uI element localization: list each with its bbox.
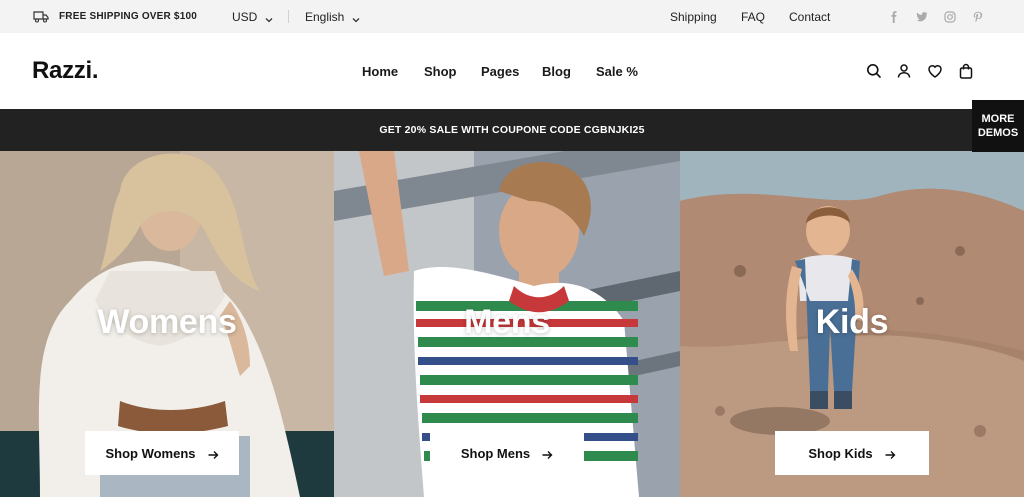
pinterest-icon[interactable]	[972, 11, 984, 23]
panel-title: Kids	[815, 303, 889, 341]
search-icon	[866, 63, 882, 79]
arrow-right-icon	[885, 448, 896, 459]
truck-icon	[33, 10, 49, 23]
panel-title: Mens	[464, 303, 550, 341]
shop-mens-button[interactable]: Shop Mens	[430, 431, 584, 475]
shop-kids-button[interactable]: Shop Kids	[775, 431, 929, 475]
nav-item-label: Pages	[481, 63, 520, 79]
free-shipping-text: FREE SHIPPING OVER $100	[59, 11, 197, 22]
shop-button-label: Shop Mens	[460, 445, 531, 461]
category-panel-kids[interactable]: Kids Shop Kids	[680, 151, 1024, 497]
category-panel-mens[interactable]: Mens Shop Mens	[334, 151, 680, 497]
shop-womens-button[interactable]: Shop Womens	[85, 431, 239, 475]
free-shipping-notice: FREE SHIPPING OVER $100	[33, 0, 197, 33]
heart-icon	[927, 63, 943, 79]
main-header: Razzi. Home Shop Pages Blog Sale %	[0, 33, 1024, 109]
currency-value: USD	[232, 9, 258, 24]
shop-button-label: Shop Womens	[105, 445, 196, 461]
arrow-right-icon	[542, 448, 553, 459]
chevron-down-icon	[265, 13, 273, 22]
promo-bar: GET 20% SALE WITH COUPONE CODE CGBNJKI25	[0, 109, 1024, 151]
currency-selector[interactable]: USD	[232, 0, 273, 33]
search-button[interactable]	[866, 33, 882, 109]
nav-item-sale[interactable]: Sale %	[596, 33, 638, 109]
nav-item-label: Sale %	[596, 63, 638, 79]
facebook-icon[interactable]	[888, 10, 900, 23]
topbar-link-contact[interactable]: Contact	[789, 0, 830, 33]
topbar-link-label: Shipping	[670, 9, 717, 24]
promo-text: GET 20% SALE WITH COUPONE CODE CGBNJKI25	[379, 124, 645, 136]
chevron-down-icon	[352, 13, 360, 22]
nav-item-blog[interactable]: Blog	[542, 33, 571, 109]
more-demos-line2: DEMOS	[977, 127, 1019, 139]
more-demos-line1: MORE	[981, 113, 1015, 125]
site-logo[interactable]: Razzi.	[32, 57, 99, 85]
wishlist-button[interactable]	[927, 33, 943, 109]
topbar-link-faq[interactable]: FAQ	[741, 0, 765, 33]
account-button[interactable]	[896, 33, 912, 109]
language-selector[interactable]: English	[305, 0, 360, 33]
nav-item-shop[interactable]: Shop	[424, 33, 457, 109]
nav-item-home[interactable]: Home	[362, 33, 398, 109]
account-icon	[896, 63, 912, 79]
twitter-icon[interactable]	[916, 11, 928, 23]
nav-item-pages[interactable]: Pages	[481, 33, 519, 109]
instagram-icon[interactable]	[944, 10, 956, 23]
nav-item-label: Shop	[424, 63, 457, 79]
language-value: English	[305, 9, 345, 24]
more-demos-button[interactable]: MORE DEMOS	[972, 100, 1024, 152]
nav-item-label: Blog	[542, 63, 571, 79]
nav-item-label: Home	[362, 63, 399, 79]
topbar-link-label: FAQ	[741, 9, 766, 24]
social-links	[872, 0, 984, 33]
panel-title: Womens	[97, 303, 237, 341]
topbar-link-shipping[interactable]: Shipping	[670, 0, 717, 33]
category-panel-womens[interactable]: Womens Shop Womens	[0, 151, 334, 497]
shopping-bag-icon	[958, 63, 974, 79]
shop-button-label: Shop Kids	[808, 445, 873, 461]
top-bar: FREE SHIPPING OVER $100 USD English Ship…	[0, 0, 1024, 33]
arrow-right-icon	[208, 448, 219, 459]
topbar-divider	[288, 10, 289, 23]
topbar-link-label: Contact	[789, 9, 831, 24]
cart-button[interactable]	[958, 33, 974, 109]
